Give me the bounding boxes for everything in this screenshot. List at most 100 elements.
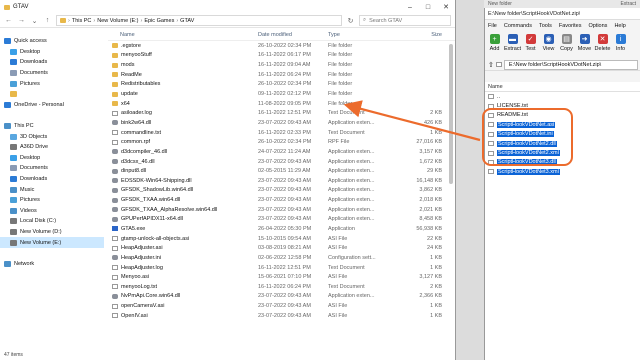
table-row[interactable]: menyooStuff 16-11-2022 06:17 PM File folde… [108,51,455,61]
file-type: File folder [328,71,353,78]
scrollbar-thumb[interactable] [449,44,453,184]
file-name: mods [121,62,135,69]
column-header-name[interactable]: Name [108,32,258,38]
table-row[interactable]: menyooLog.txt 16-11-2022 06:24 PM Text Doc… [108,282,455,292]
back-icon[interactable]: ← [4,17,13,24]
forward-icon[interactable]: → [17,17,26,24]
sidebar-item[interactable]: Pictures [0,78,104,89]
archive-column-header[interactable]: Name [485,82,640,92]
search-icon: ⌕ [363,17,367,23]
copy-button[interactable]: ▤ Copy [559,34,574,52]
up-icon[interactable]: ↑ [43,17,52,24]
sidebar-item[interactable]: Desktop [0,47,104,58]
table-row[interactable]: dinput8.dll 02-05-2015 11:29 AM Applicatio… [108,166,455,176]
table-row[interactable]: EOSSDK-Win64-Shipping.dll 23-07-2022 09:4… [108,176,455,186]
table-row[interactable]: gtamp-unlock-all-objects.asi 15-10-2015 0… [108,234,455,244]
menu-item-favorites[interactable]: Favorites [559,23,582,29]
sidebar-item[interactable]: Documents [0,163,104,174]
table-row[interactable]: bink2w64.dll 23-07-2022 09:43 AM Applicati… [108,118,455,128]
sidebar-item[interactable]: Pictures [0,195,104,206]
table-row[interactable]: asiloader.log 16-11-2022 12:51 PM Text Doc… [108,108,455,118]
sidebar-item[interactable]: Quick access [0,36,104,47]
file-name: x64 [121,100,130,107]
breadcrumb-item[interactable]: Epic Games [144,18,174,24]
scrollbar[interactable] [448,44,454,350]
table-row[interactable]: Menyoo.asi 15-06-2021 07:10 PM ASI File 3,1… [108,272,455,282]
table-row[interactable]: HeapAdjuster.log 16-11-2022 12:51 PM Text … [108,263,455,273]
table-row[interactable]: GFSDK_TXAA.win64.dll 23-07-2022 09:43 AM A… [108,195,455,205]
sidebar-item[interactable]: OneDrive - Personal [0,100,104,111]
breadcrumb-item[interactable]: GTAV [180,18,194,24]
menu-item-commands[interactable]: Commands [504,23,532,29]
file-date: 23-07-2022 09:43 AM [258,187,311,194]
table-row[interactable]: GFSDK_TXAA_AlphaResolve.win64.dll 23-07-2… [108,205,455,215]
refresh-icon[interactable]: ↻ [346,17,355,25]
view-button[interactable]: ◉ View [541,34,556,52]
minimize-icon[interactable]: – [401,4,419,11]
table-row[interactable]: d3dcompiler_46.dll 24-07-2022 11:24 AM App… [108,147,455,157]
table-row[interactable]: HeapAdjuster.ini 02-06-2022 12:58 PM Confi… [108,253,455,263]
file-name: d3dcsx_46.dll [121,158,155,165]
sidebar-item[interactable]: Music [0,184,104,195]
sidebar-item[interactable]: Local Disk (C:) [0,216,104,227]
table-row[interactable]: Redistributables 26-10-2022 02:34 PM File … [108,80,455,90]
sidebar-item[interactable]: 3D Objects [0,131,104,142]
list-item[interactable]: .. [485,92,640,101]
info-button[interactable]: i Info [613,34,628,52]
move-button[interactable]: ➜ Move [577,34,592,52]
table-row[interactable]: .egstore 26-10-2022 02:34 PM File folder [108,41,455,51]
table-row[interactable]: commandline.txt 16-11-2022 02:33 PM Text D… [108,128,455,138]
chevron-down-icon[interactable]: ⌄ [30,17,39,25]
sidebar-item[interactable]: Documents [0,68,104,79]
column-header-type[interactable]: Type [328,32,392,38]
sidebar-item[interactable]: Downloads [0,174,104,185]
winrar-title: E:\New folder\ScriptHookVDotNet.zip\ [488,10,581,17]
sidebar-item-label: Documents [20,165,48,172]
test-button[interactable]: ✓ Test [523,34,538,52]
file-name-cell: update [108,91,258,97]
table-row[interactable]: GPUPerfAPIDX11-x64.dll 23-07-2022 09:43 A… [108,215,455,225]
sidebar-item[interactable]: Downloads [0,57,104,68]
sidebar-item[interactable]: A36D Drive [0,142,104,153]
menu-item-file[interactable]: File [488,23,497,29]
table-row[interactable]: GFSDK_ShadowLib.win64.dll 23-07-2022 09:4… [108,186,455,196]
sidebar-item[interactable]: Desktop [0,153,104,164]
breadcrumb[interactable]: › This PC › New Volume (E:) › Epic Games… [56,15,342,26]
search-input[interactable]: ⌕ Search GTAV [359,15,451,26]
close-icon[interactable]: ✕ [437,3,455,11]
list-item[interactable]: ScriptHookVDotNet3.xml [485,167,640,176]
sidebar-item[interactable]: This PC [0,121,104,132]
file-date: 23-07-2022 09:43 AM [258,206,311,213]
delete-button[interactable]: ✕ Delete [595,34,610,52]
table-row[interactable]: NvPmApi.Core.win64.dll 23-07-2022 09:43 A… [108,292,455,302]
sidebar-item[interactable]: Network [0,258,104,269]
column-header-size[interactable]: Size [392,32,442,38]
sidebar-item[interactable]: New Volume (E:) [0,237,104,248]
sidebar-item[interactable]: New Volume (D:) [0,227,104,238]
sidebar-item[interactable]: Videos [0,206,104,217]
maximize-icon[interactable]: □ [419,4,437,11]
table-row[interactable]: OpenIV.asi 23-07-2022 09:43 AM ASI File 1 K… [108,311,455,321]
breadcrumb-item[interactable]: New Volume (E:) [97,18,138,24]
file-type: Application exten... [328,148,375,155]
file-size: 3,157 KB [419,148,442,155]
table-row[interactable]: mods 16-11-2022 09:04 AM File folder [108,60,455,70]
add-button[interactable]: + Add [487,34,502,52]
table-row[interactable]: d3dcsx_46.dll 23-07-2022 09:43 AM Applicat… [108,157,455,167]
column-header-date[interactable]: Date modified [258,32,328,38]
table-row[interactable]: openCameraV.asi 23-07-2022 09:43 AM ASI Fi… [108,301,455,311]
table-row[interactable]: GTA5.exe 26-04-2022 05:30 PM Application 56… [108,224,455,234]
table-row[interactable]: update 09-11-2022 02:12 PM File folder [108,89,455,99]
extract-button[interactable]: ▬ Extract [504,34,521,52]
menu-item-help[interactable]: Help [614,23,625,29]
table-row[interactable]: HeapAdjuster.asi 03-08-2019 08:21 AM ASI F… [108,243,455,253]
table-row[interactable]: common.rpf 26-10-2022 02:34 PM RPF File 27,… [108,137,455,147]
table-row[interactable]: x64 11-08-2022 09:05 PM File folder [108,99,455,109]
file-date: 16-11-2022 12:51 PM [258,264,311,271]
table-row[interactable]: ReadMe 16-11-2022 06:24 PM File folder [108,70,455,80]
breadcrumb-item[interactable]: This PC [72,18,92,24]
menu-item-tools[interactable]: Tools [539,23,552,29]
up-folder-icon[interactable]: ⇧ [488,61,494,69]
menu-item-options[interactable]: Options [588,23,607,29]
archive-path[interactable]: E:\New folder\ScriptHookVDotNet.zip\ [503,59,638,70]
